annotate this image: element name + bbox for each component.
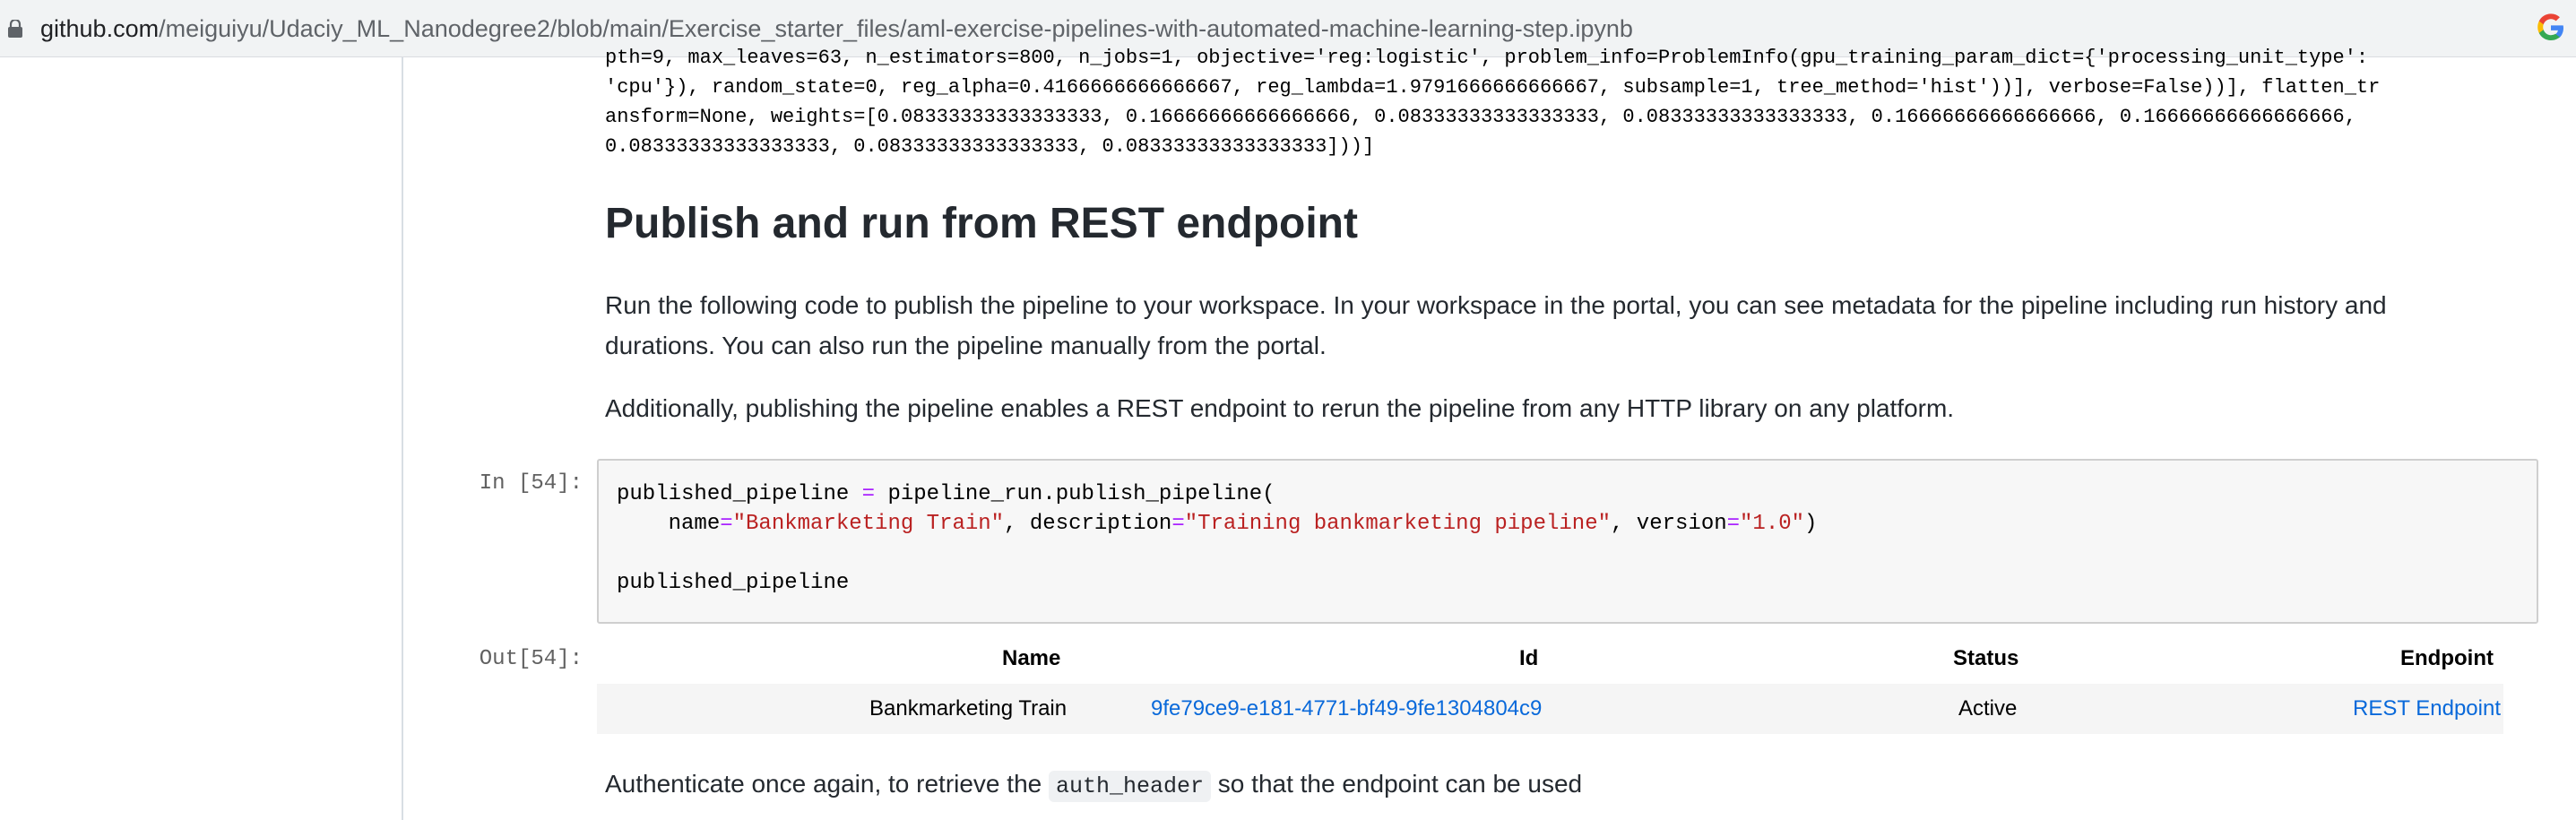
url-path: /meiguiyu/Udaciy_ML_Nanodegree2/blob/mai… — [159, 15, 1633, 42]
code-token: published_pipeline — [617, 482, 862, 506]
cell-name: Bankmarketing Train — [869, 696, 1068, 721]
code-string: "1.0" — [1740, 512, 1805, 536]
code-line: name="Bankmarketing Train", description=… — [617, 512, 1818, 536]
code-line: published_pipeline = pipeline_run.publis… — [617, 482, 1275, 506]
code-token: , version — [1611, 512, 1727, 536]
sidebar-divider — [402, 57, 403, 820]
description-paragraph: Run the following code to publish the pi… — [605, 285, 2387, 366]
code-line: ansform=None, weights=[0.083333333333333… — [605, 106, 2356, 128]
auth-paragraph: Authenticate once again, to retrieve the… — [605, 764, 1582, 807]
code-string: "Bankmarketing Train" — [732, 512, 1005, 536]
code-string: "Training bankmarketing pipeline" — [1184, 512, 1611, 536]
section-title: Publish and run from REST endpoint — [605, 200, 1358, 247]
lock-icon — [8, 20, 22, 38]
url-text[interactable]: github.com/meiguiyu/Udaciy_ML_Nanodegree… — [40, 13, 1633, 45]
header-status: Status — [1953, 646, 2019, 670]
header-name: Name — [1002, 646, 1061, 670]
url-domain: github.com — [40, 15, 160, 42]
out-prompt: Out[54]: — [479, 647, 583, 671]
paragraph-line: durations. You can also run the pipeline… — [605, 332, 1327, 359]
code-operator: = — [720, 512, 733, 536]
table-row: Bankmarketing Train 9fe79ce9-e181-4771-b… — [597, 684, 2503, 734]
code-token: pipeline_run.publish_pipeline( — [875, 482, 1275, 506]
table-header-row: Name Id Status Endpoint — [597, 634, 2503, 684]
description-paragraph-2: Additionally, publishing the pipeline en… — [605, 394, 1955, 422]
header-endpoint: Endpoint — [2400, 646, 2494, 670]
previous-output: pth=9, max_leaves=63, n_estimators=800, … — [605, 47, 2532, 205]
inline-code: auth_header — [1049, 771, 1212, 802]
in-prompt: In [54]: — [479, 471, 583, 496]
pipeline-id-link[interactable]: 9fe79ce9-e181-4771-bf49-9fe1304804c9 — [1151, 696, 1542, 721]
code-token: , description — [1004, 512, 1172, 536]
cell-status: Active — [1958, 696, 2018, 721]
paragraph-line: Run the following code to publish the pi… — [605, 291, 2387, 319]
code-operator: = — [861, 482, 876, 506]
code-operator: = — [1726, 512, 1741, 536]
code-line-cut: pth=9, max_leaves=63, n_estimators=800, … — [605, 47, 2369, 69]
code-line: 0.08333333333333333, 0.08333333333333333… — [605, 135, 1375, 158]
rest-endpoint-link[interactable]: REST Endpoint — [2353, 696, 2501, 721]
code-line: published_pipeline — [617, 571, 850, 595]
header-id: Id — [1519, 646, 1539, 670]
paragraph-text: so that the endpoint can be used — [1211, 770, 1583, 798]
code-token: ) — [1804, 512, 1818, 536]
code-operator: = — [1171, 512, 1185, 536]
code-line: 'cpu'}), random_state=0, reg_alpha=0.416… — [605, 76, 2381, 99]
code-token: name — [617, 512, 721, 536]
google-icon[interactable] — [2537, 13, 2565, 42]
paragraph-text: Authenticate once again, to retrieve the — [605, 770, 1049, 798]
